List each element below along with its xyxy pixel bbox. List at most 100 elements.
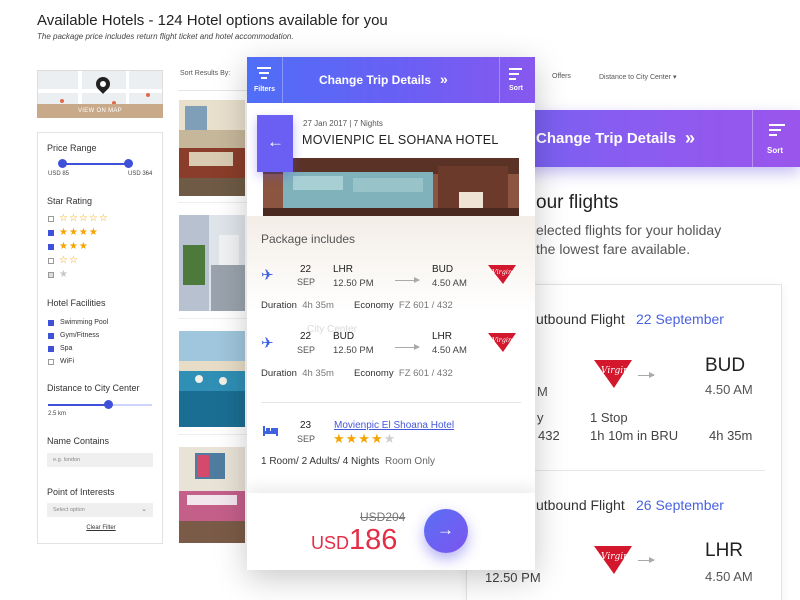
hotel-thumbnail[interactable] (179, 331, 245, 427)
double-chevron-right-icon: » (440, 71, 448, 87)
outbound-stops: 1 Stop (590, 410, 628, 425)
outbound-to-time: 4.50 AM (705, 382, 753, 397)
facility-pool-checkbox[interactable] (48, 320, 54, 326)
star1-checkbox[interactable] (48, 272, 54, 278)
arrow-right-icon (638, 557, 655, 563)
flight2-month: SEP (297, 345, 316, 355)
facility-wifi-label: WiFi (60, 358, 74, 365)
duration-label: Duration (261, 368, 297, 379)
flights-heading: our flights (536, 192, 619, 213)
plane-icon: ✈ (261, 335, 274, 352)
double-chevron-right-icon: » (685, 128, 695, 148)
chevron-down-icon: ⌄ (141, 506, 147, 513)
flight1-day: 22 (300, 264, 312, 275)
current-price: USD186 (311, 524, 397, 557)
sort-offers-tab[interactable]: Offers (552, 73, 571, 80)
hotel-thumbnail[interactable] (179, 100, 245, 196)
change-trip-details-link[interactable]: Change Trip Details (319, 73, 431, 87)
svg-text:Virgin: Virgin (492, 336, 512, 344)
price-min-handle[interactable] (58, 159, 67, 168)
poi-select[interactable]: Select option ⌄ (47, 503, 153, 517)
outbound-left-fragment-y: y (537, 410, 544, 425)
hotel-month: SEP (297, 434, 316, 444)
bed-icon (263, 426, 278, 436)
inbound-from-time: 12.50 PM (485, 570, 541, 585)
duration-label: Duration (261, 300, 297, 311)
star2-checkbox[interactable] (48, 258, 54, 264)
flight1-month: SEP (297, 277, 316, 287)
inbound-to-code: LHR (705, 540, 744, 561)
hotel-link[interactable]: Movienpic El Shoana Hotel (334, 420, 454, 431)
facility-spa-checkbox[interactable] (48, 346, 54, 352)
hotel-name: MOVIENPIC EL SOHANA HOTEL (302, 133, 499, 147)
outbound-duration: 4h 35m (709, 428, 753, 443)
facility-gym-checkbox[interactable] (48, 333, 54, 339)
hotel-thumbnail[interactable] (179, 447, 245, 543)
sort-label: Sort Results By: (180, 70, 231, 77)
clear-filter-link[interactable]: Clear Filter (38, 525, 164, 531)
star3-checkbox[interactable] (48, 244, 54, 250)
flight2-from-code: BUD (333, 331, 355, 342)
view-on-map-button[interactable]: VIEW ON MAP (37, 104, 163, 118)
hotel-room-photo (263, 158, 519, 216)
flight1-from-time: 12.50 PM (333, 278, 374, 289)
filters-label: Filters (254, 86, 276, 93)
outbound-date: 22 September (636, 311, 724, 327)
duration-value: 4h 35m (302, 368, 334, 379)
price-min-label: USD 85 (48, 171, 70, 177)
poi-select-value: Select option (53, 507, 85, 513)
back-button[interactable]: ← (257, 115, 293, 172)
continue-button[interactable]: → (424, 509, 468, 553)
outbound-stop-detail: 1h 10m in BRU (590, 428, 679, 443)
flight1-to-code: BUD (432, 264, 454, 275)
price-range-heading: Price Range (47, 143, 97, 153)
distance-heading: Distance to City Center (47, 383, 140, 393)
plane-icon: ✈ (261, 267, 274, 284)
arrow-right-icon: → (437, 520, 454, 539)
flight2-from-time: 12.50 PM (333, 345, 374, 356)
right-change-trip-link[interactable]: Change Trip Details (536, 130, 676, 147)
star-rating-heading: Star Rating (47, 196, 93, 206)
hotel-stars: ★★★★★ (333, 431, 397, 446)
flight2-day: 22 (300, 331, 312, 342)
star5-checkbox[interactable] (48, 216, 54, 222)
outbound-left-fragment-num: 432 (538, 428, 560, 443)
caret-down-icon: ▾ (672, 74, 677, 81)
hotel-day: 23 (300, 420, 312, 431)
sort-distance-label: Distance to City Center (599, 74, 671, 81)
flight1-to-time: 4.50 AM (432, 278, 467, 289)
virgin-logo-icon: Virgin (488, 333, 516, 352)
facility-spa-label: Spa (60, 345, 73, 352)
room-info: 1 Room/ 2 Adults/ 4 Nights Room Only (261, 456, 435, 467)
duration-value: 4h 35m (302, 300, 334, 311)
outbound-to-code: BUD (705, 355, 746, 376)
facility-wifi-checkbox[interactable] (48, 359, 54, 365)
name-search-input[interactable]: e.g. london (47, 453, 153, 467)
price-max-handle[interactable] (124, 159, 133, 168)
svg-text:Virgin: Virgin (601, 366, 629, 376)
outbound-title: utbound Flight (536, 311, 625, 327)
star1-icons: ★ (59, 269, 69, 280)
right-sort-label: Sort (767, 146, 783, 155)
arrow-right-icon (395, 277, 420, 283)
arrow-right-icon (395, 344, 420, 350)
price-max-label: USD 364 (128, 171, 153, 177)
facility-pool-label: Swimming Pool (60, 319, 109, 326)
old-price: USD204 (360, 510, 406, 524)
outbound-left-time-fragment: M (537, 384, 548, 399)
distance-value: 2.5 km (48, 411, 67, 417)
sort-distance-dropdown[interactable]: Distance to City Center ▾ (599, 73, 676, 81)
flight1-class: Economy FZ 601 / 432 (354, 300, 453, 311)
virgin-logo-icon: Virgin (488, 265, 516, 284)
flight1-from-code: LHR (333, 264, 354, 275)
board-type: Room Only (384, 456, 435, 467)
flight1-duration: Duration 4h 35m (261, 300, 334, 311)
svg-text:Virgin: Virgin (601, 552, 629, 562)
inbound-date: 26 September (636, 497, 724, 513)
sort-label: Sort (509, 85, 523, 92)
distance-handle[interactable] (104, 400, 113, 409)
hotel-thumbnail[interactable] (179, 215, 245, 311)
arrow-right-icon (638, 372, 655, 378)
sort-icon (769, 124, 785, 139)
star4-checkbox[interactable] (48, 230, 54, 236)
